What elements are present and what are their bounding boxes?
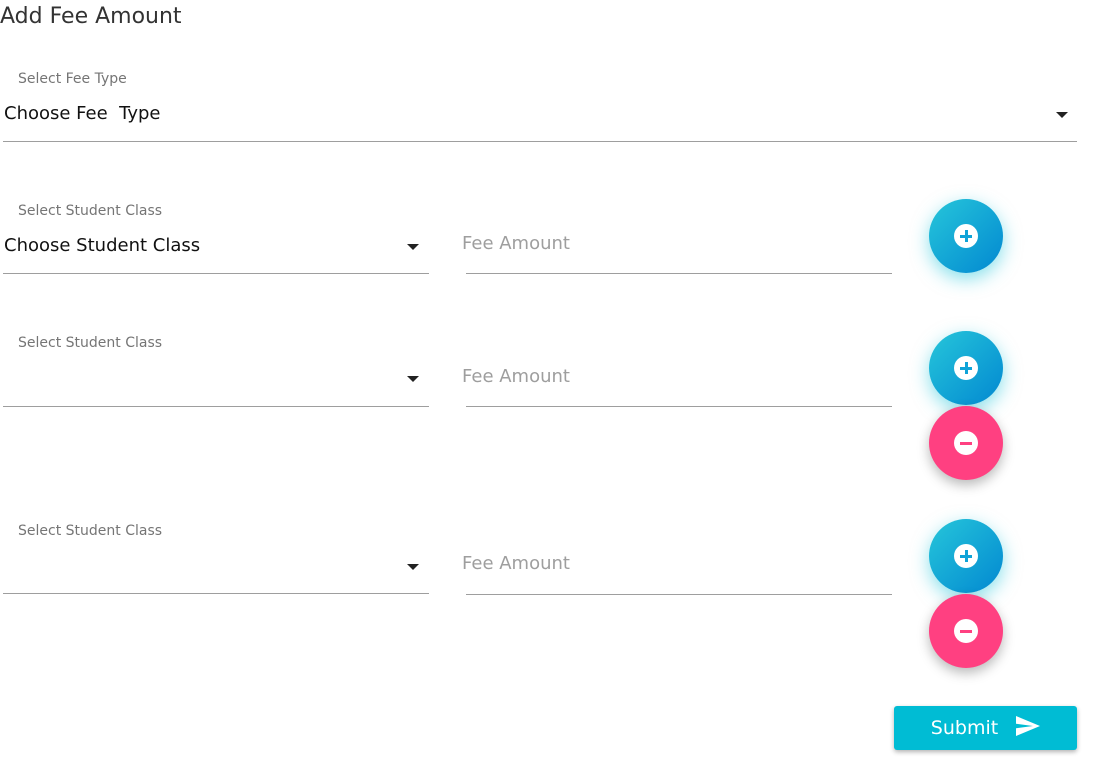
- remove-circle-icon: [954, 619, 978, 643]
- fee-amount-underline: [466, 273, 892, 274]
- fee-amount-input[interactable]: [462, 550, 890, 576]
- fee-type-label: Select Fee Type: [18, 71, 127, 87]
- student-class-underline: [3, 406, 429, 407]
- fee-amount-input[interactable]: [462, 363, 890, 389]
- student-class-underline: [3, 273, 429, 274]
- dropdown-arrow-icon: [407, 564, 419, 570]
- submit-label: Submit: [930, 717, 999, 739]
- remove-row-button[interactable]: [929, 406, 1003, 480]
- add-circle-icon: [954, 224, 978, 248]
- student-class-label: Select Student Class: [18, 203, 163, 219]
- student-class-label: Select Student Class: [18, 523, 163, 539]
- fee-amount-underline: [466, 594, 892, 595]
- dropdown-arrow-icon: [407, 244, 419, 250]
- add-row-button[interactable]: [929, 331, 1003, 405]
- fee-type-underline: [3, 141, 1077, 142]
- add-circle-icon: [954, 356, 978, 380]
- dropdown-arrow-icon: [407, 376, 419, 382]
- student-class-underline: [3, 593, 429, 594]
- page-title: Add Fee Amount: [0, 4, 182, 29]
- fee-type-value: Choose Fee Type: [4, 103, 161, 124]
- add-circle-icon: [954, 544, 978, 568]
- send-icon: [1016, 715, 1041, 741]
- fee-amount-input[interactable]: [462, 230, 890, 256]
- remove-circle-icon: [954, 431, 978, 455]
- student-class-value: Choose Student Class: [4, 235, 201, 256]
- add-row-button[interactable]: [929, 199, 1003, 273]
- dropdown-arrow-icon: [1056, 112, 1068, 118]
- fee-amount-underline: [466, 406, 892, 407]
- remove-row-button[interactable]: [929, 594, 1003, 668]
- submit-button[interactable]: Submit: [894, 706, 1077, 750]
- student-class-label: Select Student Class: [18, 335, 163, 351]
- add-row-button[interactable]: [929, 519, 1003, 593]
